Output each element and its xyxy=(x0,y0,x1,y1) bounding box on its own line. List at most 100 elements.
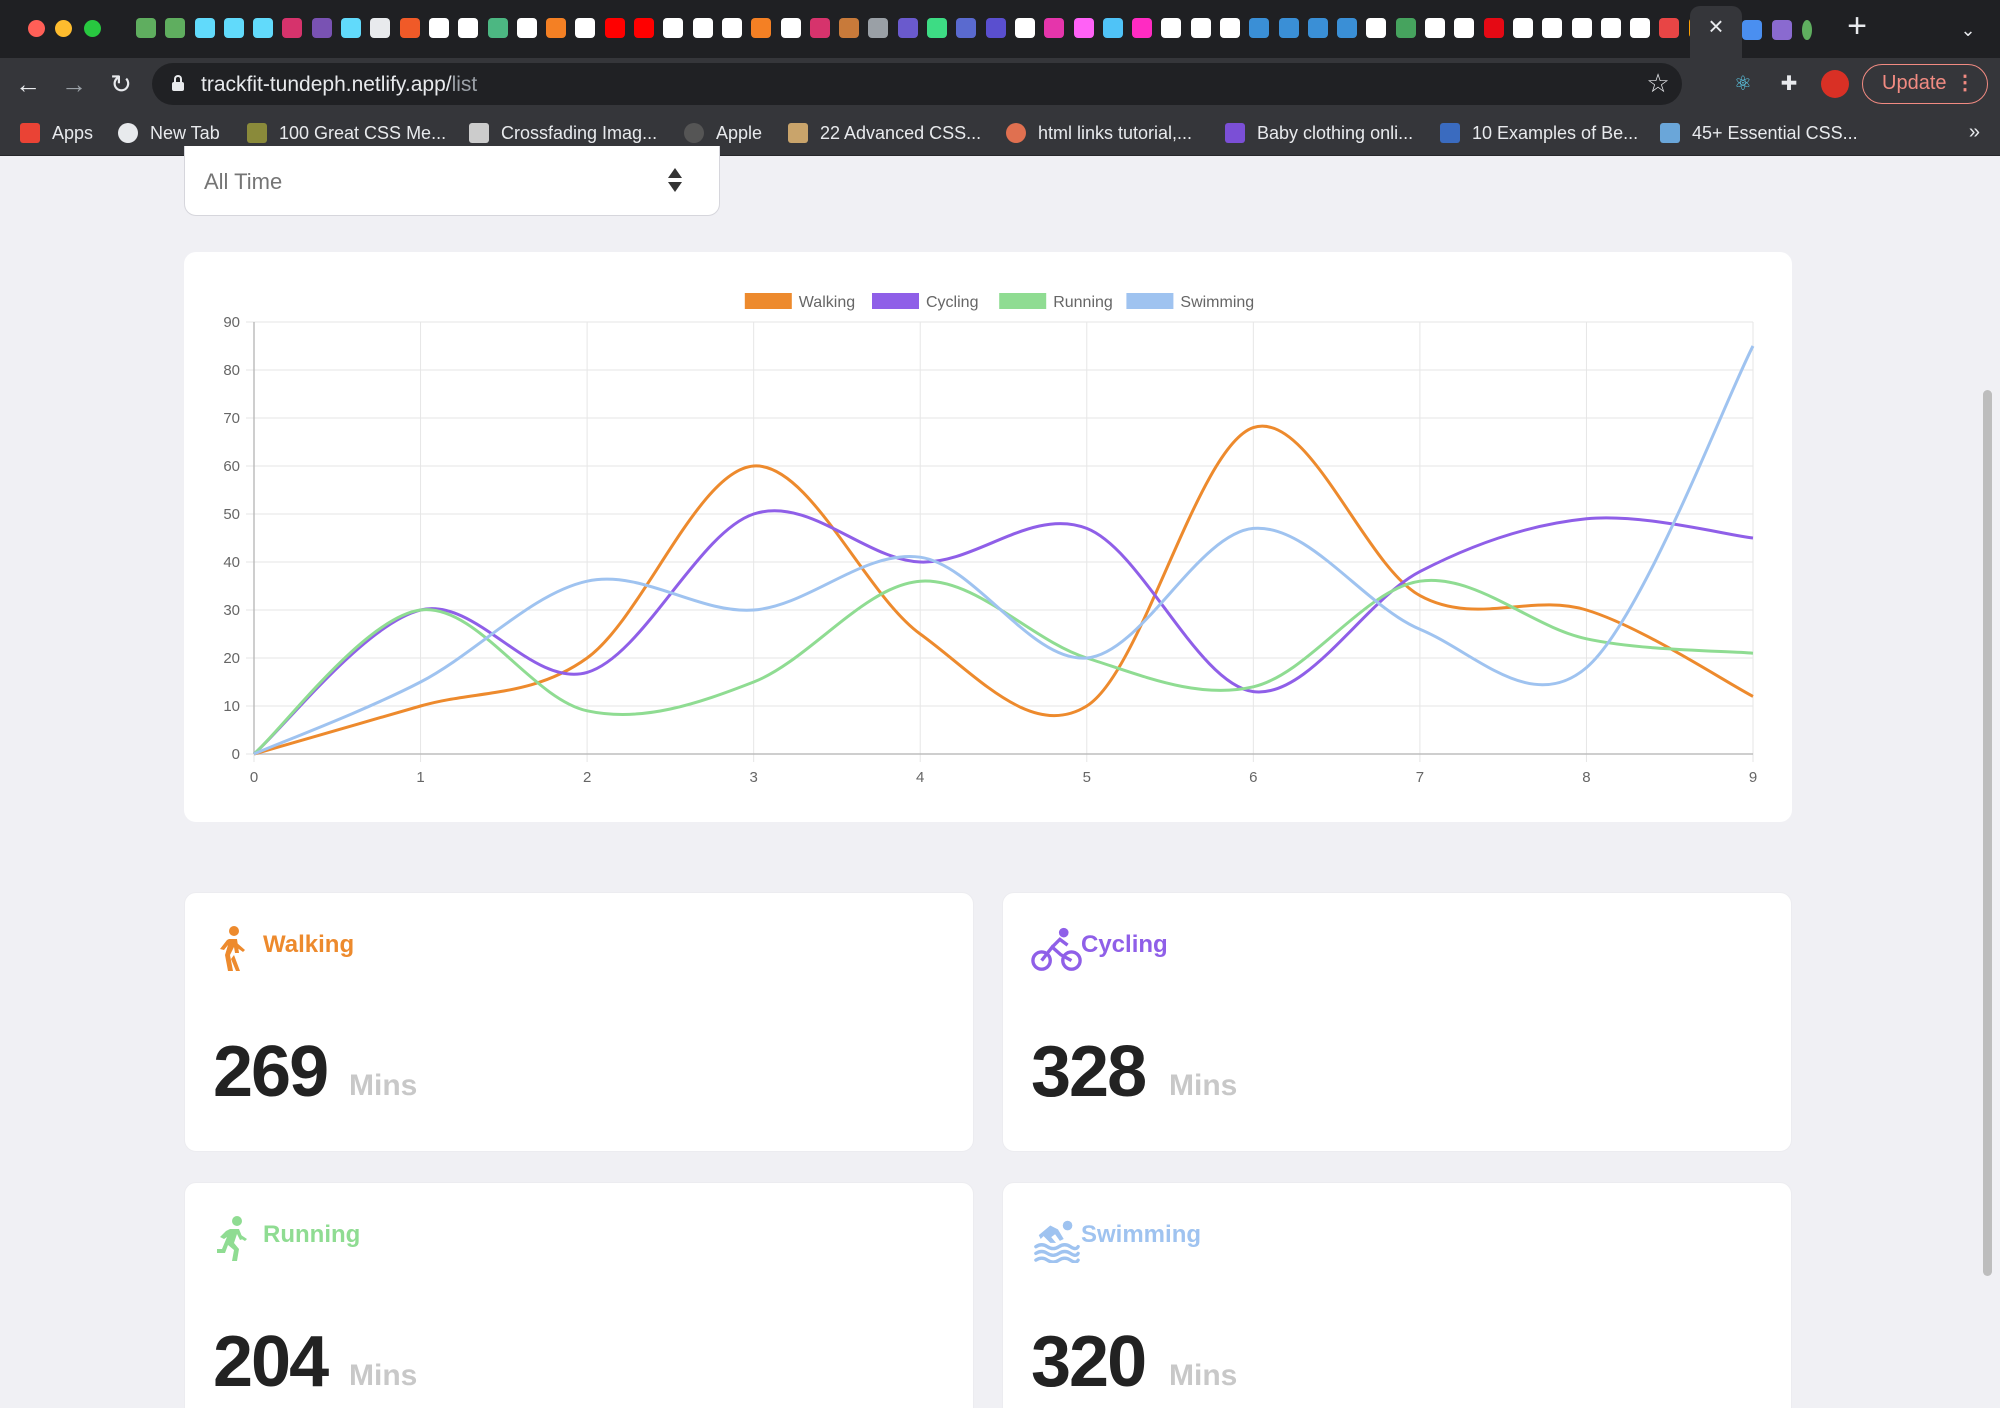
tab-favicon[interactable] xyxy=(399,18,420,38)
bookmark-item[interactable]: Apps xyxy=(20,121,93,145)
address-bar[interactable]: trackfit-tundeph.netlify.app/list ☆ xyxy=(152,63,1682,105)
zoom-window-button[interactable] xyxy=(84,20,101,37)
lock-icon[interactable] xyxy=(172,75,184,91)
tab-favicon[interactable] xyxy=(1659,18,1680,38)
tab-favicon[interactable] xyxy=(927,18,948,38)
tab-favicon[interactable] xyxy=(165,18,186,38)
tab-favicon[interactable] xyxy=(1278,18,1299,38)
y-tick-label: 0 xyxy=(232,746,240,763)
tab-favicon[interactable] xyxy=(1366,18,1387,38)
bookmark-item[interactable]: 10 Examples of Be... xyxy=(1440,121,1638,145)
page-scrollbar[interactable] xyxy=(1983,390,1992,1276)
extensions-icon[interactable]: ✚ xyxy=(1777,72,1801,96)
tab-favicon[interactable] xyxy=(311,18,332,38)
close-icon[interactable]: × xyxy=(1704,13,1728,39)
more-icon[interactable]: ⋮ xyxy=(1955,65,1975,102)
react-devtools-icon[interactable]: ⚛ xyxy=(1731,72,1755,96)
tab-favicon[interactable] xyxy=(1630,18,1651,38)
update-button[interactable]: Update ⋮ xyxy=(1862,64,1988,104)
bookmark-item[interactable]: Crossfading Imag... xyxy=(469,121,657,145)
tab-favicon[interactable] xyxy=(780,18,801,38)
tab-favicon[interactable] xyxy=(1219,18,1240,38)
more-bookmarks-icon[interactable]: » xyxy=(1969,121,1980,144)
tab-favicon[interactable] xyxy=(721,18,742,38)
new-tab-icon[interactable]: + xyxy=(1844,9,1870,43)
tab-favicon[interactable] xyxy=(1073,18,1094,38)
tab-favicon[interactable] xyxy=(1483,18,1504,38)
tab-favicon[interactable] xyxy=(136,18,156,38)
tab-favicon[interactable] xyxy=(604,18,625,38)
tab-favicon[interactable] xyxy=(341,18,362,38)
time-range-select[interactable]: All Time xyxy=(184,146,720,216)
tab-favicon[interactable] xyxy=(516,18,537,38)
tab-favicon[interactable] xyxy=(809,18,830,38)
tab-favicon[interactable] xyxy=(1249,18,1270,38)
tab-favicon[interactable] xyxy=(223,18,244,38)
tab-favicon[interactable] xyxy=(751,18,772,38)
tab-favicon[interactable] xyxy=(487,18,508,38)
y-tick-label: 60 xyxy=(223,458,240,475)
tab-favicon[interactable] xyxy=(546,18,567,38)
stat-unit: Mins xyxy=(1169,1359,1238,1392)
minimize-window-button[interactable] xyxy=(55,20,72,37)
tab-search-icon[interactable]: ⌄ xyxy=(1956,20,1980,40)
tab-favicon[interactable] xyxy=(1571,18,1592,38)
reload-icon[interactable]: ↻ xyxy=(105,68,137,100)
tab-favicon[interactable] xyxy=(868,18,889,38)
tab-favicon[interactable] xyxy=(1542,18,1563,38)
tab-favicon[interactable] xyxy=(1742,20,1762,40)
bookmark-item[interactable]: 100 Great CSS Me... xyxy=(247,121,446,145)
tab-favicon[interactable] xyxy=(194,18,215,38)
bookmark-item[interactable]: 22 Advanced CSS... xyxy=(788,121,981,145)
tab-favicon[interactable] xyxy=(1802,20,1812,40)
back-icon[interactable]: ← xyxy=(12,68,44,100)
tab-favicon[interactable] xyxy=(458,18,479,38)
running-icon xyxy=(217,1216,247,1261)
cycling-stat-card[interactable]: Cycling 328 Mins xyxy=(1002,892,1792,1152)
tab-favicon[interactable] xyxy=(575,18,596,38)
tab-favicon[interactable] xyxy=(956,18,977,38)
tab-favicon[interactable] xyxy=(1190,18,1211,38)
url-text[interactable]: trackfit-tundeph.netlify.app/list xyxy=(201,73,477,97)
tab-favicon[interactable] xyxy=(253,18,274,38)
tab-favicon[interactable] xyxy=(1772,20,1792,40)
tab-favicon[interactable] xyxy=(370,18,391,38)
bookmark-item[interactable]: html links tutorial,... xyxy=(1006,121,1192,145)
bookmark-star-icon[interactable]: ☆ xyxy=(1642,67,1674,99)
bookmark-item[interactable]: Apple xyxy=(684,121,762,145)
tab-favicon[interactable] xyxy=(428,18,449,38)
tab-favicon[interactable] xyxy=(1044,18,1065,38)
legend-label: Running xyxy=(1053,294,1113,311)
tab-favicon[interactable] xyxy=(663,18,684,38)
tab-favicon[interactable] xyxy=(634,18,655,38)
tab-favicons[interactable] xyxy=(136,18,1696,42)
bookmark-item[interactable]: Baby clothing onli... xyxy=(1225,121,1413,145)
profile-avatar[interactable] xyxy=(1821,70,1849,98)
apple-icon xyxy=(684,123,704,143)
tab-favicon[interactable] xyxy=(1102,18,1123,38)
tab-favicon[interactable] xyxy=(1307,18,1328,38)
legend-swatch-cycling xyxy=(872,293,919,309)
swimming-stat-card[interactable]: Swimming 320 Mins xyxy=(1002,1182,1792,1408)
tab-favicon[interactable] xyxy=(1337,18,1358,38)
tab-favicon[interactable] xyxy=(1425,18,1446,38)
tab-favicon[interactable] xyxy=(1454,18,1475,38)
tab-favicon[interactable] xyxy=(839,18,860,38)
tab-favicon[interactable] xyxy=(1014,18,1035,38)
tab-favicon[interactable] xyxy=(1395,18,1416,38)
time-range-value: All Time xyxy=(204,169,283,194)
walking-stat-card[interactable]: Walking 269 Mins xyxy=(184,892,974,1152)
bookmark-item[interactable]: New Tab xyxy=(118,121,220,145)
tab-favicon[interactable] xyxy=(897,18,918,38)
tab-favicon[interactable] xyxy=(1512,18,1533,38)
running-stat-card[interactable]: Running 204 Mins xyxy=(184,1182,974,1408)
tab-favicon[interactable] xyxy=(282,18,303,38)
tab-favicon[interactable] xyxy=(1161,18,1182,38)
bookmark-item[interactable]: 45+ Essential CSS... xyxy=(1660,121,1858,145)
tab-favicon[interactable] xyxy=(1132,18,1153,38)
tab-favicon[interactable] xyxy=(1600,18,1621,38)
tab-favicon[interactable] xyxy=(692,18,713,38)
tab-favicon[interactable] xyxy=(985,18,1006,38)
forward-icon[interactable]: → xyxy=(58,68,90,100)
close-window-button[interactable] xyxy=(28,20,45,37)
